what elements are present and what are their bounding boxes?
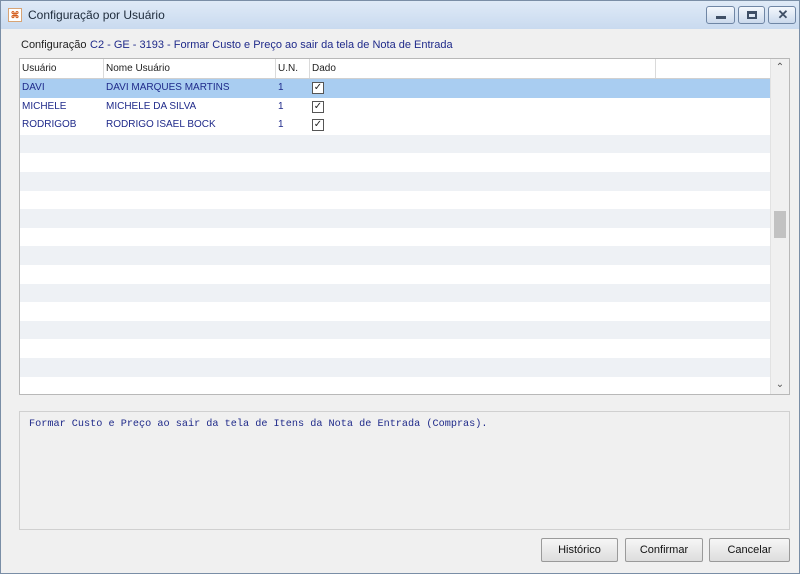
cell-usuario: MICHELE xyxy=(22,100,67,112)
grid-vertical-scrollbar[interactable]: ⌃ ⌄ xyxy=(770,59,789,394)
grid-rows: DAVI DAVI MARQUES MARTINS 1 ✓ MICHELE MI… xyxy=(20,79,772,394)
empty-row xyxy=(20,228,772,247)
close-icon: ✕ xyxy=(777,7,789,22)
cell-un: 1 xyxy=(278,82,284,93)
minimize-icon xyxy=(716,16,726,19)
empty-row xyxy=(20,377,772,394)
config-value: C2 - GE - 3193 - Formar Custo e Preço ao… xyxy=(90,39,453,51)
grid-header: Usuário Nome Usuário U.N. Dado xyxy=(20,59,772,79)
scroll-down-icon[interactable]: ⌄ xyxy=(771,377,789,393)
maximize-button[interactable] xyxy=(738,6,765,24)
empty-row xyxy=(20,172,772,191)
cell-usuario: RODRIGOB xyxy=(22,119,77,131)
empty-row xyxy=(20,191,772,210)
historico-button[interactable]: Histórico xyxy=(541,538,618,562)
empty-row xyxy=(20,153,772,172)
description-text: Formar Custo e Preço ao sair da tela de … xyxy=(29,419,488,430)
empty-row xyxy=(20,320,772,340)
window-title: Configuração por Usuário xyxy=(28,8,165,22)
table-row[interactable]: MICHELE MICHELE DA SILVA 1 ✓ xyxy=(20,98,772,117)
description-panel: Formar Custo e Preço ao sair da tela de … xyxy=(19,411,790,530)
table-row[interactable]: DAVI DAVI MARQUES MARTINS 1 ✓ xyxy=(20,79,772,98)
confirmar-button[interactable]: Confirmar xyxy=(625,538,703,562)
cancelar-button[interactable]: Cancelar xyxy=(709,538,790,562)
table-row[interactable]: RODRIGOB RODRIGO ISAEL BOCK 1 ✓ xyxy=(20,116,772,135)
empty-row xyxy=(20,339,772,358)
minimize-button[interactable] xyxy=(706,6,735,24)
empty-row xyxy=(20,302,772,321)
column-header-dado[interactable]: Dado xyxy=(310,59,656,78)
dado-checkbox[interactable]: ✓ xyxy=(312,119,324,132)
column-header-nome-usuario[interactable]: Nome Usuário xyxy=(104,59,276,78)
cell-un: 1 xyxy=(278,100,284,112)
scroll-up-icon[interactable]: ⌃ xyxy=(771,60,789,76)
empty-row xyxy=(20,134,772,154)
dado-checkbox[interactable]: ✓ xyxy=(312,100,324,113)
column-header-un[interactable]: U.N. xyxy=(276,59,310,78)
empty-row xyxy=(20,209,772,228)
scrollbar-thumb[interactable] xyxy=(774,211,786,238)
empty-row xyxy=(20,283,772,303)
dado-checkbox[interactable]: ✓ xyxy=(312,82,324,94)
cell-nome-usuario: RODRIGO ISAEL BOCK xyxy=(106,119,216,131)
empty-row xyxy=(20,265,772,284)
close-button[interactable]: ✕ xyxy=(768,6,796,24)
title-bar[interactable]: ⌘ Configuração por Usuário ✕ xyxy=(1,1,799,29)
cell-usuario: DAVI xyxy=(22,82,45,93)
users-grid[interactable]: Usuário Nome Usuário U.N. Dado DAVI DAVI… xyxy=(19,58,790,395)
empty-row xyxy=(20,358,772,377)
app-icon: ⌘ xyxy=(8,8,22,22)
config-por-usuario-window: ⌘ Configuração por Usuário ✕ Configuraçã… xyxy=(0,0,800,574)
empty-row xyxy=(20,246,772,265)
cell-nome-usuario: DAVI MARQUES MARTINS xyxy=(106,82,230,93)
cell-nome-usuario: MICHELE DA SILVA xyxy=(106,100,197,112)
cell-un: 1 xyxy=(278,119,284,131)
config-label: Configuração xyxy=(21,39,87,51)
maximize-icon xyxy=(747,11,757,19)
column-header-usuario[interactable]: Usuário xyxy=(20,59,104,78)
